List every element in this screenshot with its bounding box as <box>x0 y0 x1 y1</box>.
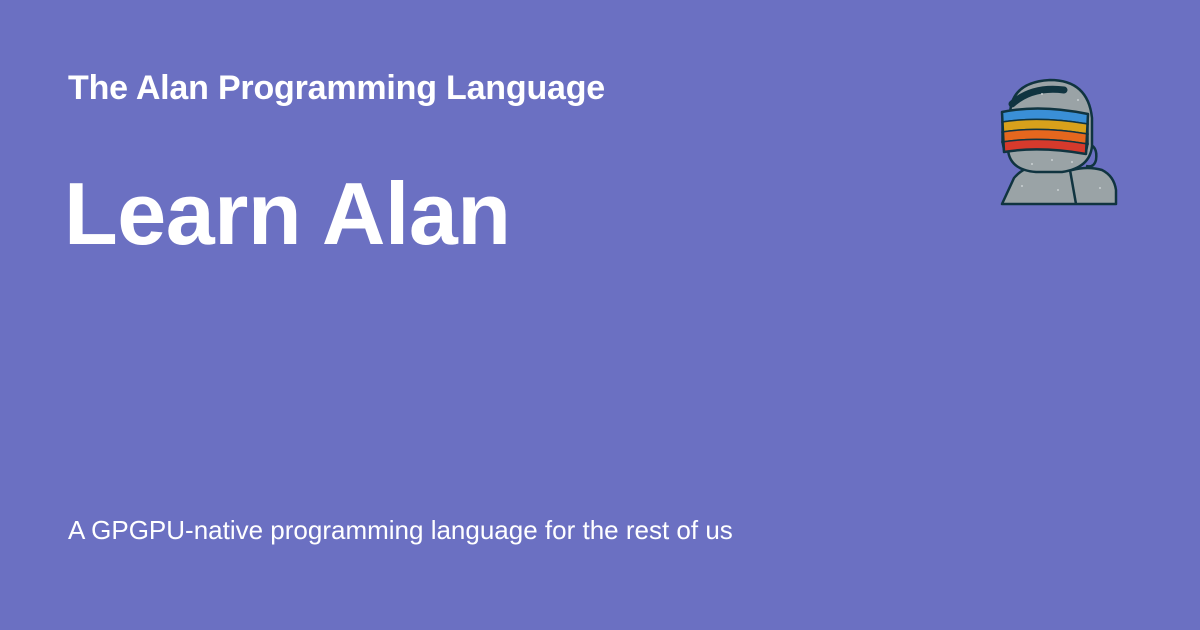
page-title: Learn Alan <box>64 164 511 263</box>
social-card: The Alan Programming Language Learn Alan… <box>0 0 1200 630</box>
site-title: The Alan Programming Language <box>68 69 606 107</box>
page-description: A GPGPU-native programming language for … <box>68 515 733 545</box>
astronaut-helmet-rainbow-visor-icon <box>1000 78 1118 206</box>
